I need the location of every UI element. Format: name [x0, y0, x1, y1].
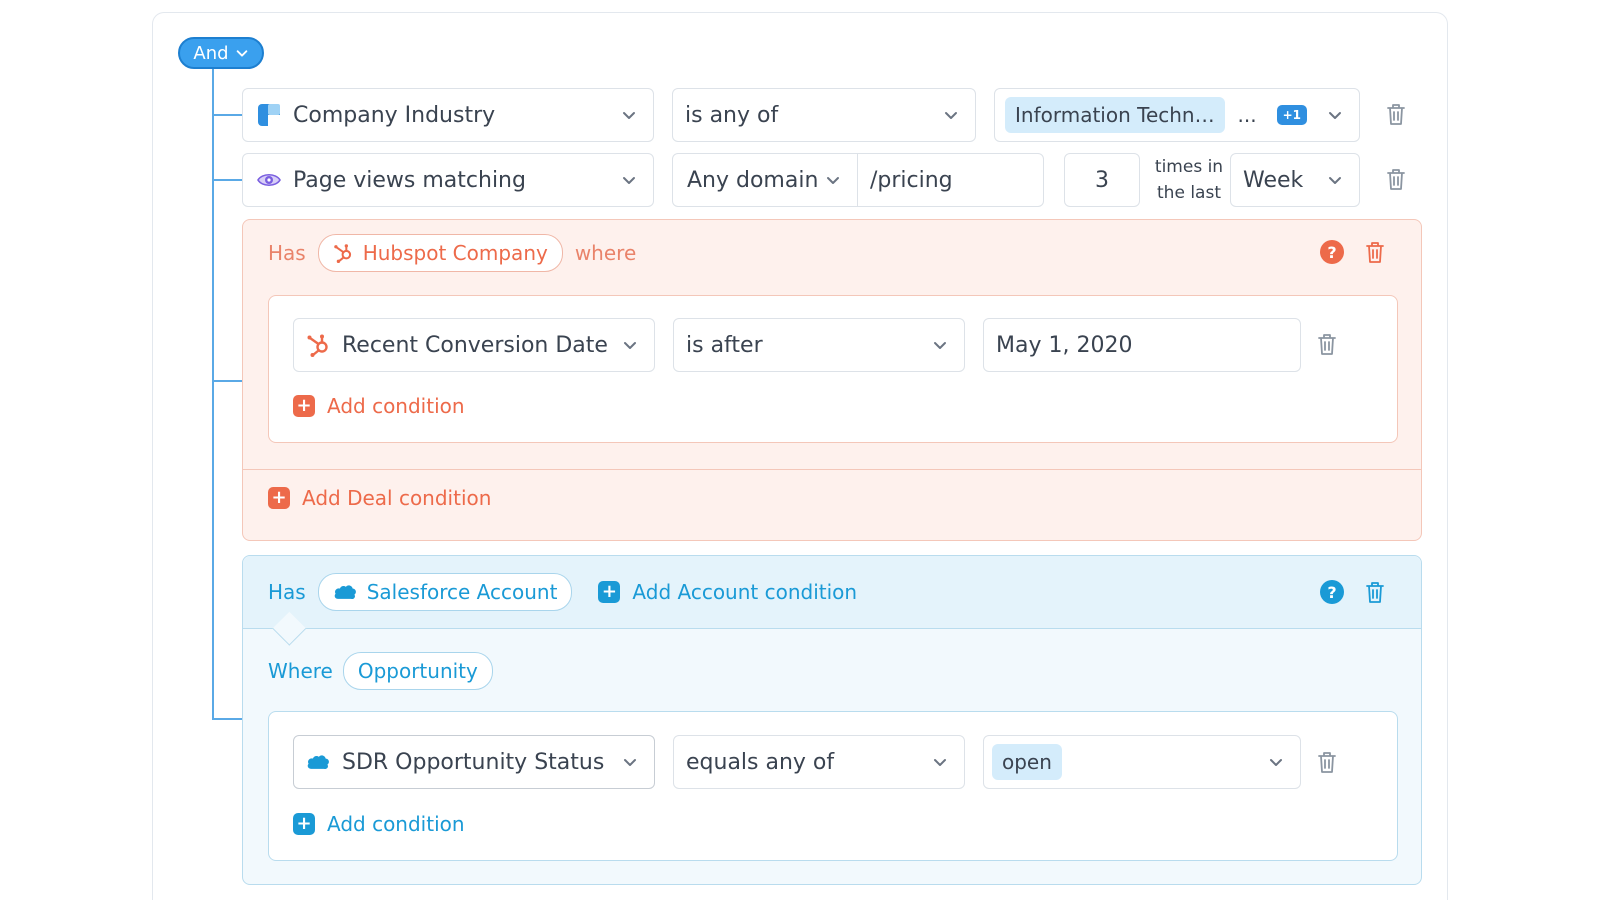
chevron-down-icon	[934, 342, 946, 349]
chevron-down-icon	[945, 112, 957, 119]
operator-select[interactable]: is any of	[672, 88, 976, 142]
extra-values-badge[interactable]: +1	[1276, 105, 1307, 125]
operator-label: is any of	[685, 102, 779, 128]
operator-label: equals any of	[686, 749, 835, 775]
salesforce-account-group: Has Salesforce Account + Add Account con…	[242, 555, 1422, 885]
field-label: Page views matching	[293, 167, 526, 193]
chevron-down-icon	[934, 759, 946, 766]
value-multiselect[interactable]: open	[983, 735, 1301, 789]
field-select-company-industry[interactable]: Company Industry	[242, 88, 654, 142]
period-select[interactable]: Week	[1230, 153, 1360, 207]
chevron-down-icon	[827, 177, 839, 184]
logic-operator-label: And	[193, 42, 229, 64]
domain-label: Any domain	[687, 167, 819, 193]
field-select-sdr-opportunity-status[interactable]: SDR Opportunity Status	[293, 735, 655, 789]
field-label: Company Industry	[293, 102, 496, 128]
add-deal-condition-button[interactable]: + Add Deal condition	[268, 486, 491, 510]
trash-icon[interactable]	[1317, 332, 1337, 356]
tree-branch	[212, 380, 242, 382]
date-value: May 1, 2020	[996, 332, 1133, 358]
where-row: Where Opportunity	[268, 652, 493, 690]
help-icon[interactable]: ?	[1320, 240, 1344, 264]
company-icon	[258, 104, 280, 126]
divider	[243, 469, 1421, 470]
plus-icon: +	[293, 813, 315, 835]
operator-label: is after	[686, 332, 763, 358]
path-input[interactable]: /pricing	[857, 153, 1044, 207]
tree-branch	[212, 179, 242, 181]
add-condition-button[interactable]: + Add condition	[293, 812, 465, 836]
chevron-down-icon	[1329, 177, 1341, 184]
path-value: /pricing	[870, 167, 953, 193]
salesforce-object-label: Salesforce Account	[366, 580, 558, 604]
times-label-line-2: the last	[1157, 183, 1221, 203]
field-label: SDR Opportunity Status	[342, 749, 605, 775]
more-values-ellipsis: ...	[1237, 103, 1257, 127]
salesforce-condition-card: SDR Opportunity Status equals any of ope…	[268, 711, 1398, 861]
eye-icon	[257, 173, 281, 187]
salesforce-object-pill[interactable]: Salesforce Account	[317, 573, 573, 611]
value-chip[interactable]: open	[992, 744, 1062, 780]
has-label: Has	[268, 580, 306, 604]
chevron-down-icon	[1329, 112, 1341, 119]
times-in-the-last-label: times in the last	[1148, 154, 1230, 206]
hubspot-icon	[307, 334, 328, 357]
where-label: Where	[268, 659, 333, 683]
hubspot-icon	[333, 244, 351, 263]
tree-branch	[212, 718, 242, 720]
hubspot-object-label: Hubspot Company	[362, 241, 548, 265]
add-condition-button[interactable]: + Add condition	[293, 394, 465, 418]
trash-icon[interactable]	[1386, 167, 1406, 191]
chevron-down-icon	[623, 177, 635, 184]
hubspot-group-header: Has Hubspot Company where	[243, 220, 1421, 286]
count-value: 3	[1095, 167, 1109, 193]
value-multiselect[interactable]: Information Techn… ... +1	[994, 88, 1360, 142]
domain-select[interactable]: Any domain	[672, 153, 858, 207]
tree-branch	[212, 114, 242, 116]
chevron-down-icon	[624, 342, 636, 349]
trash-icon[interactable]	[1365, 580, 1385, 604]
field-select-page-views[interactable]: Page views matching	[242, 153, 654, 207]
has-label: Has	[268, 241, 306, 265]
trash-icon[interactable]	[1317, 750, 1337, 774]
period-label: Week	[1243, 167, 1304, 193]
hubspot-company-group: Has Hubspot Company where ? Recent Conve…	[242, 219, 1422, 541]
plus-icon: +	[598, 581, 621, 603]
tree-connector	[212, 69, 214, 720]
add-condition-label: Add condition	[327, 812, 465, 836]
trash-icon[interactable]	[1386, 102, 1406, 126]
chevron-down-icon	[624, 759, 636, 766]
salesforce-cloud-icon	[334, 585, 356, 600]
value-chip[interactable]: Information Techn…	[1005, 97, 1225, 133]
add-deal-condition-label: Add Deal condition	[302, 486, 492, 510]
related-object-pill[interactable]: Opportunity	[342, 652, 493, 690]
operator-select[interactable]: is after	[673, 318, 965, 372]
field-select-recent-conversion-date[interactable]: Recent Conversion Date	[293, 318, 655, 372]
plus-icon: +	[293, 395, 315, 417]
salesforce-group-header: Has Salesforce Account + Add Account con…	[243, 556, 1421, 629]
chevron-down-icon	[1270, 759, 1282, 766]
add-account-condition-label: Add Account condition	[632, 580, 858, 604]
plus-icon: +	[268, 487, 290, 509]
hubspot-object-pill[interactable]: Hubspot Company	[317, 234, 563, 272]
field-label: Recent Conversion Date	[342, 332, 608, 358]
hubspot-condition-card: Recent Conversion Date is after May 1, 2…	[268, 295, 1398, 443]
chevron-down-icon	[236, 50, 247, 57]
operator-select[interactable]: equals any of	[673, 735, 965, 789]
help-icon[interactable]: ?	[1320, 580, 1344, 604]
count-input[interactable]: 3	[1064, 153, 1140, 207]
trash-icon[interactable]	[1365, 240, 1385, 264]
times-label-line-1: times in	[1154, 157, 1224, 177]
where-label: where	[574, 241, 637, 265]
logic-operator-dropdown[interactable]: And	[178, 37, 264, 69]
chevron-down-icon	[623, 112, 635, 119]
add-condition-label: Add condition	[327, 394, 465, 418]
add-account-condition-button[interactable]: + Add Account condition	[598, 580, 857, 604]
date-input[interactable]: May 1, 2020	[983, 318, 1301, 372]
salesforce-cloud-icon	[307, 755, 329, 770]
